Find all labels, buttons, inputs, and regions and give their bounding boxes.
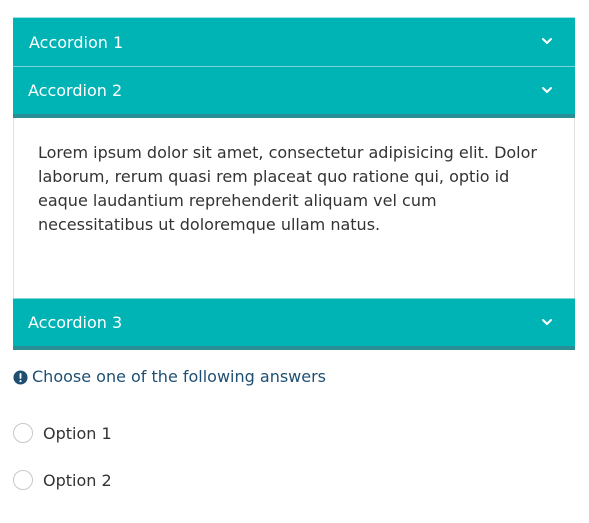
accordion-3-header[interactable]: Accordion 3: [13, 298, 575, 350]
accordion-2-content: Lorem ipsum dolor sit amet, consectetur …: [38, 143, 537, 234]
accordion-2-label: Accordion 2: [28, 81, 123, 100]
accordion-3-label: Accordion 3: [28, 313, 123, 332]
question-text: Choose one of the following answers: [32, 367, 327, 386]
option-1[interactable]: Option 1: [13, 423, 112, 443]
exclamation-circle-icon: [13, 369, 28, 385]
option-2-radio[interactable]: [13, 470, 33, 490]
chevron-down-icon: [542, 38, 552, 44]
accordion-group: Accordion 1 Accordion 2 Lorem ipsum dolo…: [13, 17, 575, 350]
option-1-label: Option 1: [43, 423, 112, 443]
chevron-down-icon: [542, 318, 552, 325]
accordion-2-header[interactable]: Accordion 2: [13, 66, 575, 118]
option-2-label: Option 2: [43, 470, 112, 490]
accordion-2-panel: Lorem ipsum dolor sit amet, consectetur …: [13, 118, 575, 298]
chevron-down-icon: [542, 86, 552, 93]
accordion-1-header[interactable]: Accordion 1: [13, 17, 575, 66]
accordion-1-label: Accordion 1: [29, 33, 124, 52]
option-2[interactable]: Option 2: [13, 470, 112, 490]
question-prompt: Choose one of the following answers: [13, 366, 326, 388]
option-1-radio[interactable]: [13, 423, 33, 443]
